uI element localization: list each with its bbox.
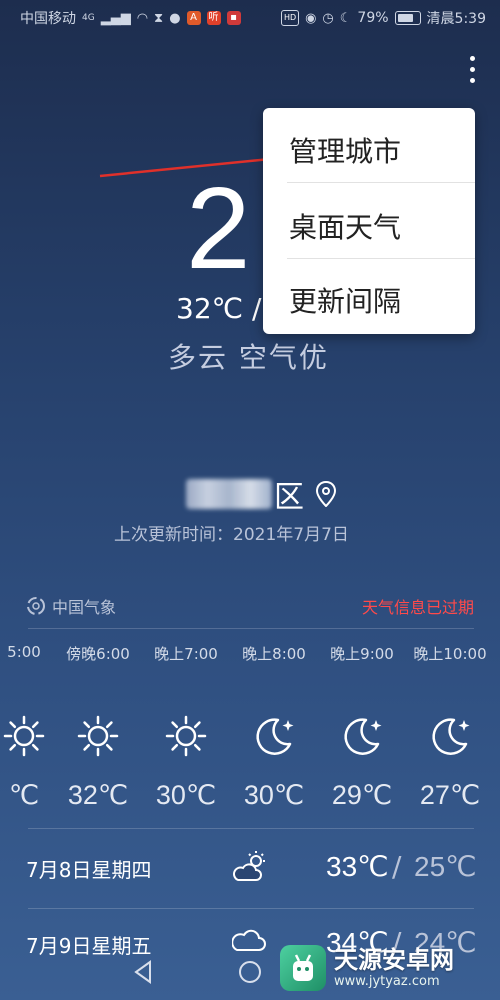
hour-temp: 27℃ <box>419 780 481 810</box>
moon-icon <box>256 718 294 755</box>
divider <box>28 828 474 829</box>
hd-icon: HD <box>281 10 300 26</box>
temp-separator: / <box>392 850 402 883</box>
sun-icon <box>77 715 119 757</box>
alarm-icon: ◷ <box>322 10 334 26</box>
signal-icon: ▂▄▆ <box>100 10 131 26</box>
watermark-logo-icon <box>280 945 326 991</box>
sun-icon <box>165 715 207 757</box>
options-menu: 管理城市 桌面天气 更新间隔 <box>263 108 475 334</box>
home-icon[interactable] <box>239 961 261 983</box>
eye-comfort-icon: ◉ <box>305 10 317 26</box>
do-not-disturb-icon: ☾ <box>339 10 352 26</box>
status-bar: 中国移动 4G ▂▄▆ ◠ ⧗ ● A 听 ▪ HD ◉ ◷ ☾ 79% 清晨5… <box>0 0 500 34</box>
source-name: 中国气象 <box>52 598 117 617</box>
more-dot-icon <box>469 56 475 61</box>
location-pin-icon <box>316 481 336 507</box>
day-high-temp: 33℃ <box>326 851 389 882</box>
location[interactable]: 区 <box>186 474 336 515</box>
watermark-url: www.jytyaz.com <box>334 973 440 989</box>
back-icon[interactable] <box>134 960 151 984</box>
day-low-temp: 25℃ <box>414 851 477 882</box>
weather-source: 中国气象 <box>26 594 116 618</box>
watermark-title: 天源安卓网 <box>334 946 454 975</box>
app-notification-icon: A <box>186 11 201 25</box>
hour-label: 5:00 <box>7 643 41 661</box>
last-updated: 上次更新时间：2021年7月7日 <box>114 525 349 545</box>
hour-label: 晚上9:00 <box>330 645 394 663</box>
hour-label: 晚上8:00 <box>242 645 306 663</box>
watermark: 天源安卓网 www.jytyaz.com <box>280 940 490 996</box>
menu-item-manage-cities[interactable]: 管理城市 <box>289 130 401 170</box>
weather-condition: 多云 空气优 <box>168 341 329 374</box>
clock: 清晨5:39 <box>426 11 486 27</box>
menu-item-update-interval[interactable]: 更新间隔 <box>289 280 401 320</box>
hour-temp: 30℃ <box>155 780 217 810</box>
expired-notice[interactable]: 天气信息已过期 <box>362 594 474 618</box>
moon-icon <box>344 718 382 755</box>
hour-label: 晚上7:00 <box>154 645 218 663</box>
hour-temp: 30℃ <box>243 780 305 810</box>
divider <box>28 628 474 629</box>
partly-sunny-icon <box>233 851 265 881</box>
moon-icon <box>432 718 470 755</box>
menu-item-desktop-weather[interactable]: 桌面天气 <box>289 206 401 246</box>
hour-label: 傍晚6:00 <box>66 645 130 663</box>
network-type-label: 4G <box>82 13 95 23</box>
menu-divider <box>287 258 475 259</box>
music-notification-icon: 听 <box>206 11 221 25</box>
wifi-icon: ◠ <box>136 10 149 26</box>
sun-icon <box>3 715 45 757</box>
penguin-icon: ● <box>169 10 181 26</box>
daily-row[interactable]: 7月8日星期四 33℃ / 25℃ <box>0 848 500 908</box>
location-name-redacted <box>186 479 272 509</box>
hour-temp: 29℃ <box>331 780 393 810</box>
battery-icon <box>394 11 421 25</box>
more-dot-icon <box>469 78 475 83</box>
divider <box>28 908 474 909</box>
message-notification-icon: ▪ <box>226 11 241 25</box>
hour-temp: ℃ <box>8 780 40 810</box>
hour-label: 晚上10:00 <box>413 645 487 663</box>
hour-temp: 32℃ <box>67 780 129 810</box>
china-weather-logo-icon <box>27 597 45 615</box>
more-options-button[interactable] <box>468 56 476 90</box>
day-date: 7月8日星期四 <box>26 858 152 882</box>
hourglass-icon: ⧗ <box>154 10 164 26</box>
location-suffix: 区 <box>274 480 304 515</box>
more-dot-icon <box>469 67 475 72</box>
temperature-range: 32℃ / <box>176 292 262 325</box>
carrier-label: 中国移动 <box>20 11 76 27</box>
battery-percent: 79% <box>357 10 389 26</box>
menu-divider <box>287 182 475 183</box>
